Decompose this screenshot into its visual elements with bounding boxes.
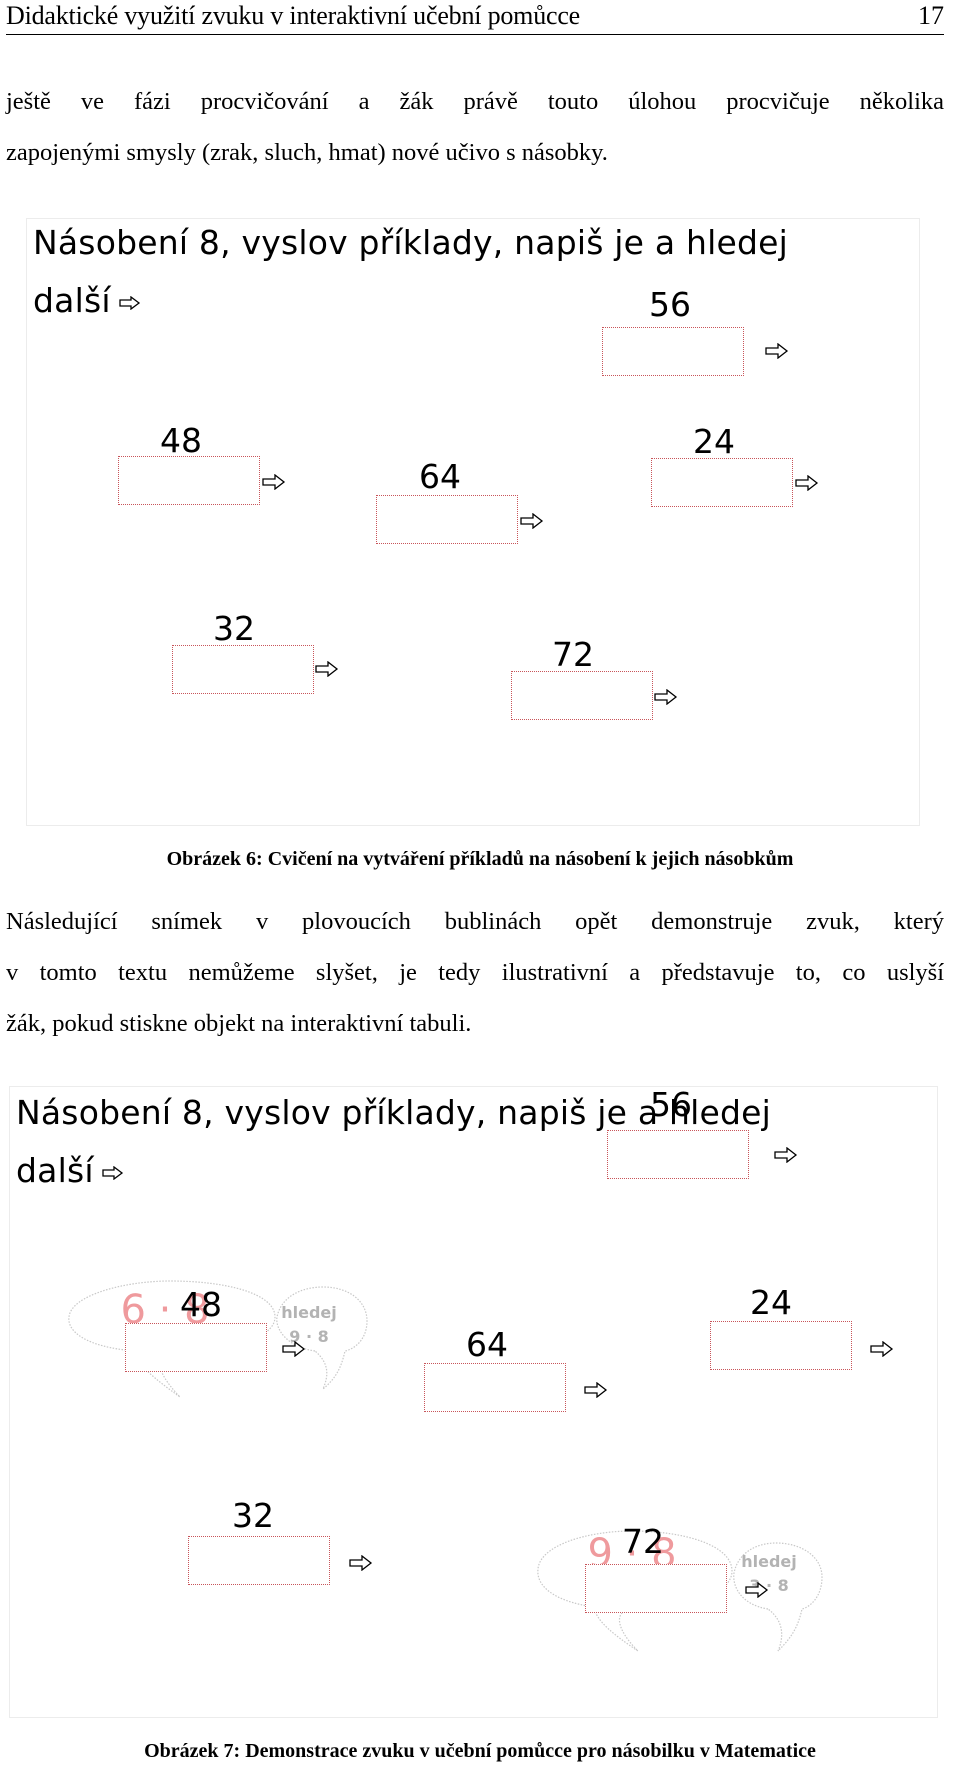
figure-7-slide: Násobení 8, vyslov příklady, napiš je a … — [9, 1086, 938, 1718]
paragraph-2: Následující snímek v plovoucích bublinác… — [6, 896, 944, 1049]
next-arrow-icon[interactable] — [282, 1341, 306, 1357]
answer-box[interactable] — [172, 645, 314, 694]
answer-box[interactable] — [188, 1536, 330, 1585]
multiple-label: 48 — [160, 421, 202, 460]
paragraph-line: v tomto textu nemůžeme slyšet, je tedy i… — [6, 959, 944, 986]
multiple-label: 32 — [232, 1496, 274, 1535]
figure-7-caption: Obrázek 7: Demonstrace zvuku v učební po… — [144, 1740, 816, 1762]
multiple-label: 48 — [180, 1285, 222, 1324]
next-arrow-icon[interactable] — [262, 474, 286, 490]
next-arrow-icon[interactable] — [102, 1161, 124, 1185]
figure-6-slide: Násobení 8, vyslov příklady, napiš je a … — [26, 218, 920, 826]
next-arrow-icon[interactable] — [795, 475, 819, 491]
slide-title-line-2: další — [33, 281, 111, 320]
paragraph-line: Následující snímek v plovoucích bublinác… — [6, 908, 944, 935]
page-number: 17 — [918, 1, 944, 30]
hint-label: hledej — [281, 1303, 337, 1322]
answer-box[interactable] — [118, 456, 260, 505]
answer-box[interactable] — [585, 1564, 727, 1613]
next-arrow-icon[interactable] — [765, 343, 789, 359]
next-arrow-icon[interactable] — [520, 513, 544, 529]
multiple-label: 24 — [693, 422, 735, 461]
answer-box[interactable] — [125, 1323, 267, 1372]
next-arrow-icon[interactable] — [119, 291, 141, 315]
figure-6-caption: Obrázek 6: Cvičení na vytváření příkladů… — [166, 848, 794, 870]
multiple-label: 72 — [622, 1522, 664, 1561]
hint-label: hledej — [741, 1552, 797, 1571]
slide-title-line-1: Násobení 8, vyslov příklady, napiš je a … — [33, 223, 788, 262]
paragraph-line: zapojenými smysly (zrak, sluch, hmat) no… — [6, 139, 608, 166]
next-arrow-icon[interactable] — [774, 1147, 798, 1163]
multiple-label: 56 — [649, 285, 691, 324]
answer-box[interactable] — [607, 1130, 749, 1179]
paragraph-line: ještě ve fázi procvičování a žák právě t… — [6, 88, 944, 115]
next-arrow-icon[interactable] — [315, 661, 339, 677]
running-header: Didaktické využití zvuku v interaktivní … — [6, 0, 944, 35]
slide-title-line-2: další — [16, 1151, 94, 1190]
answer-box[interactable] — [602, 327, 744, 376]
next-arrow-icon[interactable] — [745, 1582, 769, 1598]
next-arrow-icon[interactable] — [654, 689, 678, 705]
multiple-label: 24 — [750, 1283, 792, 1322]
next-arrow-icon[interactable] — [584, 1382, 608, 1398]
answer-box[interactable] — [424, 1363, 566, 1412]
answer-box[interactable] — [376, 495, 518, 544]
paragraph-1: ještě ve fázi procvičování a žák právě t… — [6, 76, 944, 178]
multiple-label: 56 — [650, 1085, 692, 1124]
multiple-label: 64 — [466, 1325, 508, 1364]
header-title: Didaktické využití zvuku v interaktivní … — [6, 1, 581, 30]
answer-box[interactable] — [511, 671, 653, 720]
multiple-label: 32 — [213, 609, 255, 648]
answer-box[interactable] — [710, 1321, 852, 1370]
multiple-label: 64 — [419, 457, 461, 496]
paragraph-line: žák, pokud stiskne objekt na interaktivn… — [6, 1010, 472, 1037]
answer-box[interactable] — [651, 458, 793, 507]
next-arrow-icon[interactable] — [870, 1341, 894, 1357]
multiple-label: 72 — [552, 635, 594, 674]
next-arrow-icon[interactable] — [349, 1555, 373, 1571]
